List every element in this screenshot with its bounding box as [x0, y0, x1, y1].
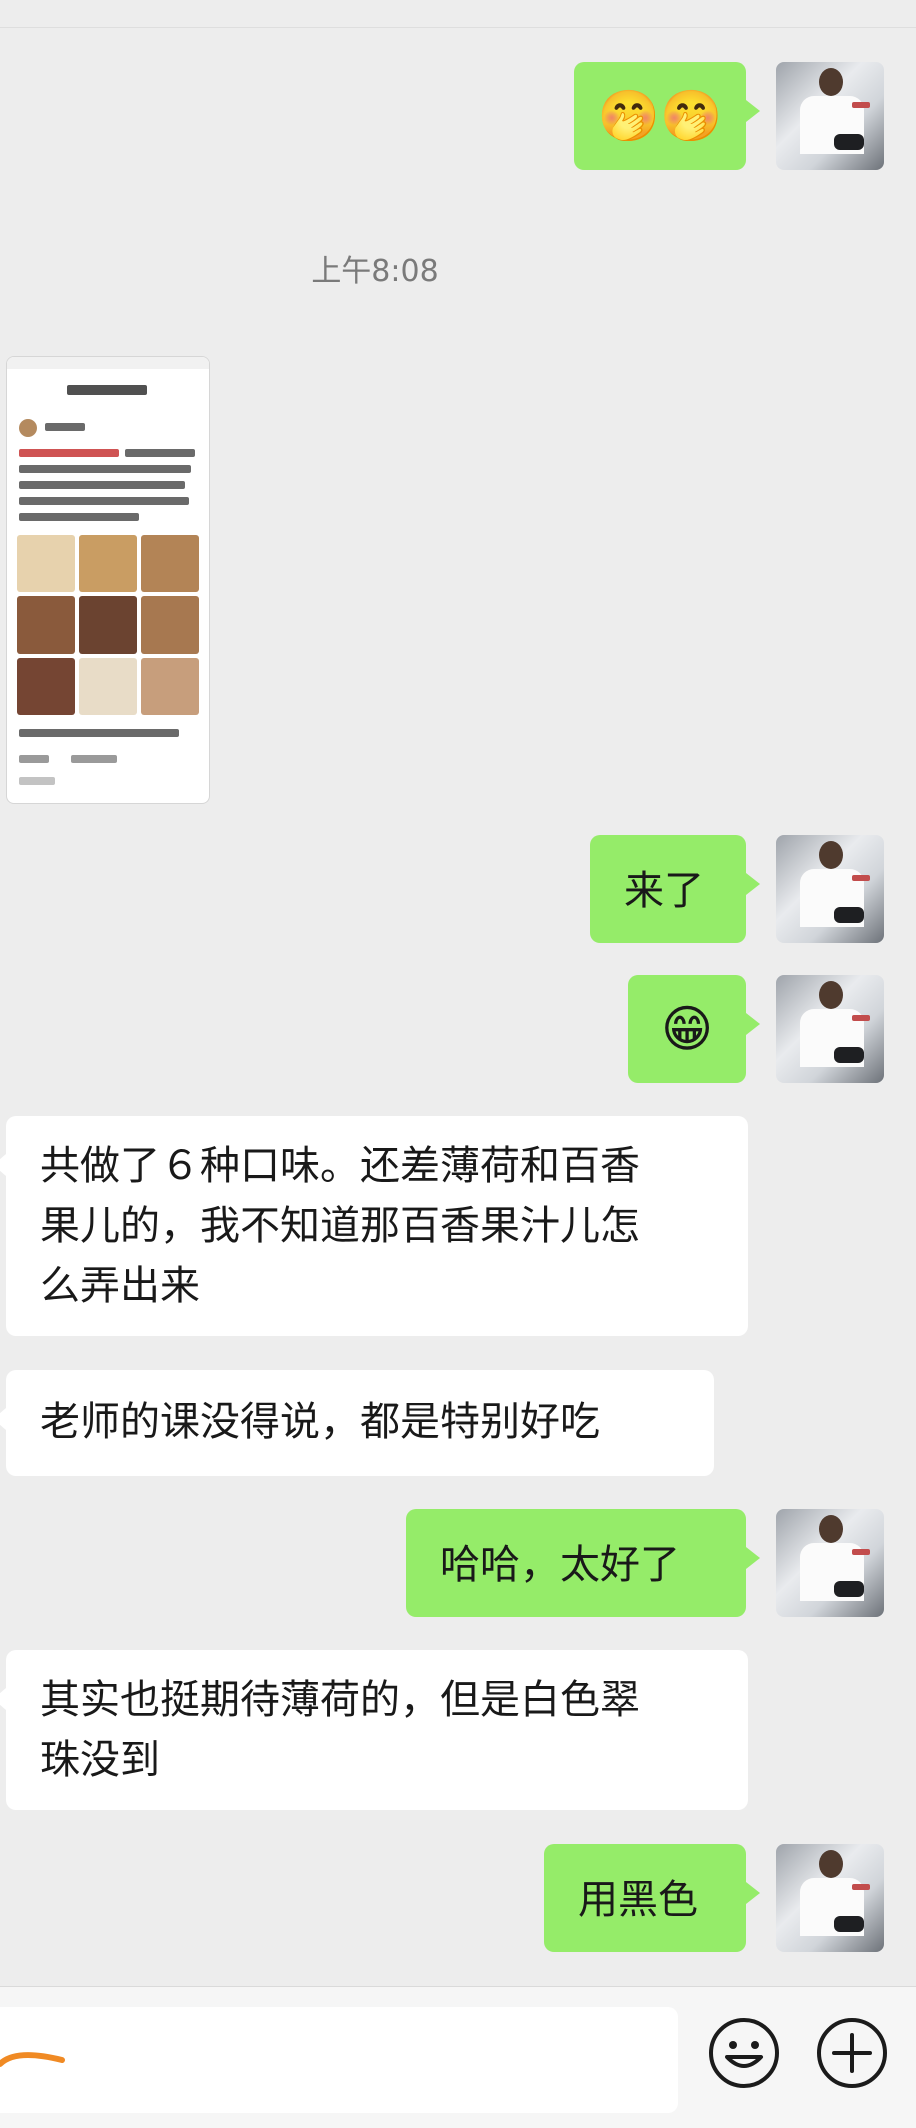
- message-bubble[interactable]: 来了: [590, 835, 760, 943]
- message-text: 用黑色: [578, 1877, 698, 1923]
- grinning-face-emoji-icon: 😁: [660, 1000, 714, 1058]
- message-bubble[interactable]: 用黑色: [544, 1844, 760, 1952]
- orange-scribble-mark: [0, 2052, 65, 2067]
- user-avatar[interactable]: [776, 975, 884, 1083]
- user-avatar[interactable]: [776, 1844, 884, 1952]
- user-avatar[interactable]: [776, 1509, 884, 1617]
- message-timestamp: 上午8:08: [311, 254, 439, 289]
- user-avatar[interactable]: [776, 835, 884, 943]
- user-avatar[interactable]: [776, 62, 884, 170]
- message-bubble[interactable]: 其实也挺期待薄荷的，但是白色翠 珠没到: [0, 1650, 748, 1810]
- message-text: 共做了６种口味。还差薄荷和百香 果儿的，我不知道那百香果汁儿怎 么弄出来: [40, 1143, 640, 1309]
- message-bubble[interactable]: 老师的课没得说，都是特别好吃: [0, 1370, 714, 1476]
- smiley-face-icon[interactable]: [706, 2015, 782, 2091]
- message-input[interactable]: [0, 2007, 678, 2113]
- message-bubble[interactable]: 😁: [628, 975, 760, 1083]
- message-text: 其实也挺期待薄荷的，但是白色翠 珠没到: [40, 1677, 640, 1783]
- chat-input-bar: [0, 1986, 916, 2128]
- message-bubble[interactable]: 哈哈，太好了: [406, 1509, 760, 1617]
- message-text: 哈哈，太好了: [440, 1542, 680, 1588]
- plus-circle-icon[interactable]: [814, 2015, 890, 2091]
- message-text: 老师的课没得说，都是特别好吃: [40, 1399, 600, 1445]
- message-text: 来了: [624, 868, 704, 914]
- image-message-thumbnail[interactable]: [6, 356, 210, 804]
- top-divider: [0, 27, 916, 28]
- message-bubble[interactable]: 共做了６种口味。还差薄荷和百香 果儿的，我不知道那百香果汁儿怎 么弄出来: [0, 1116, 748, 1336]
- covering-mouth-emoji-icon: 🤭🤭: [597, 87, 723, 145]
- message-bubble[interactable]: 🤭🤭: [574, 62, 760, 170]
